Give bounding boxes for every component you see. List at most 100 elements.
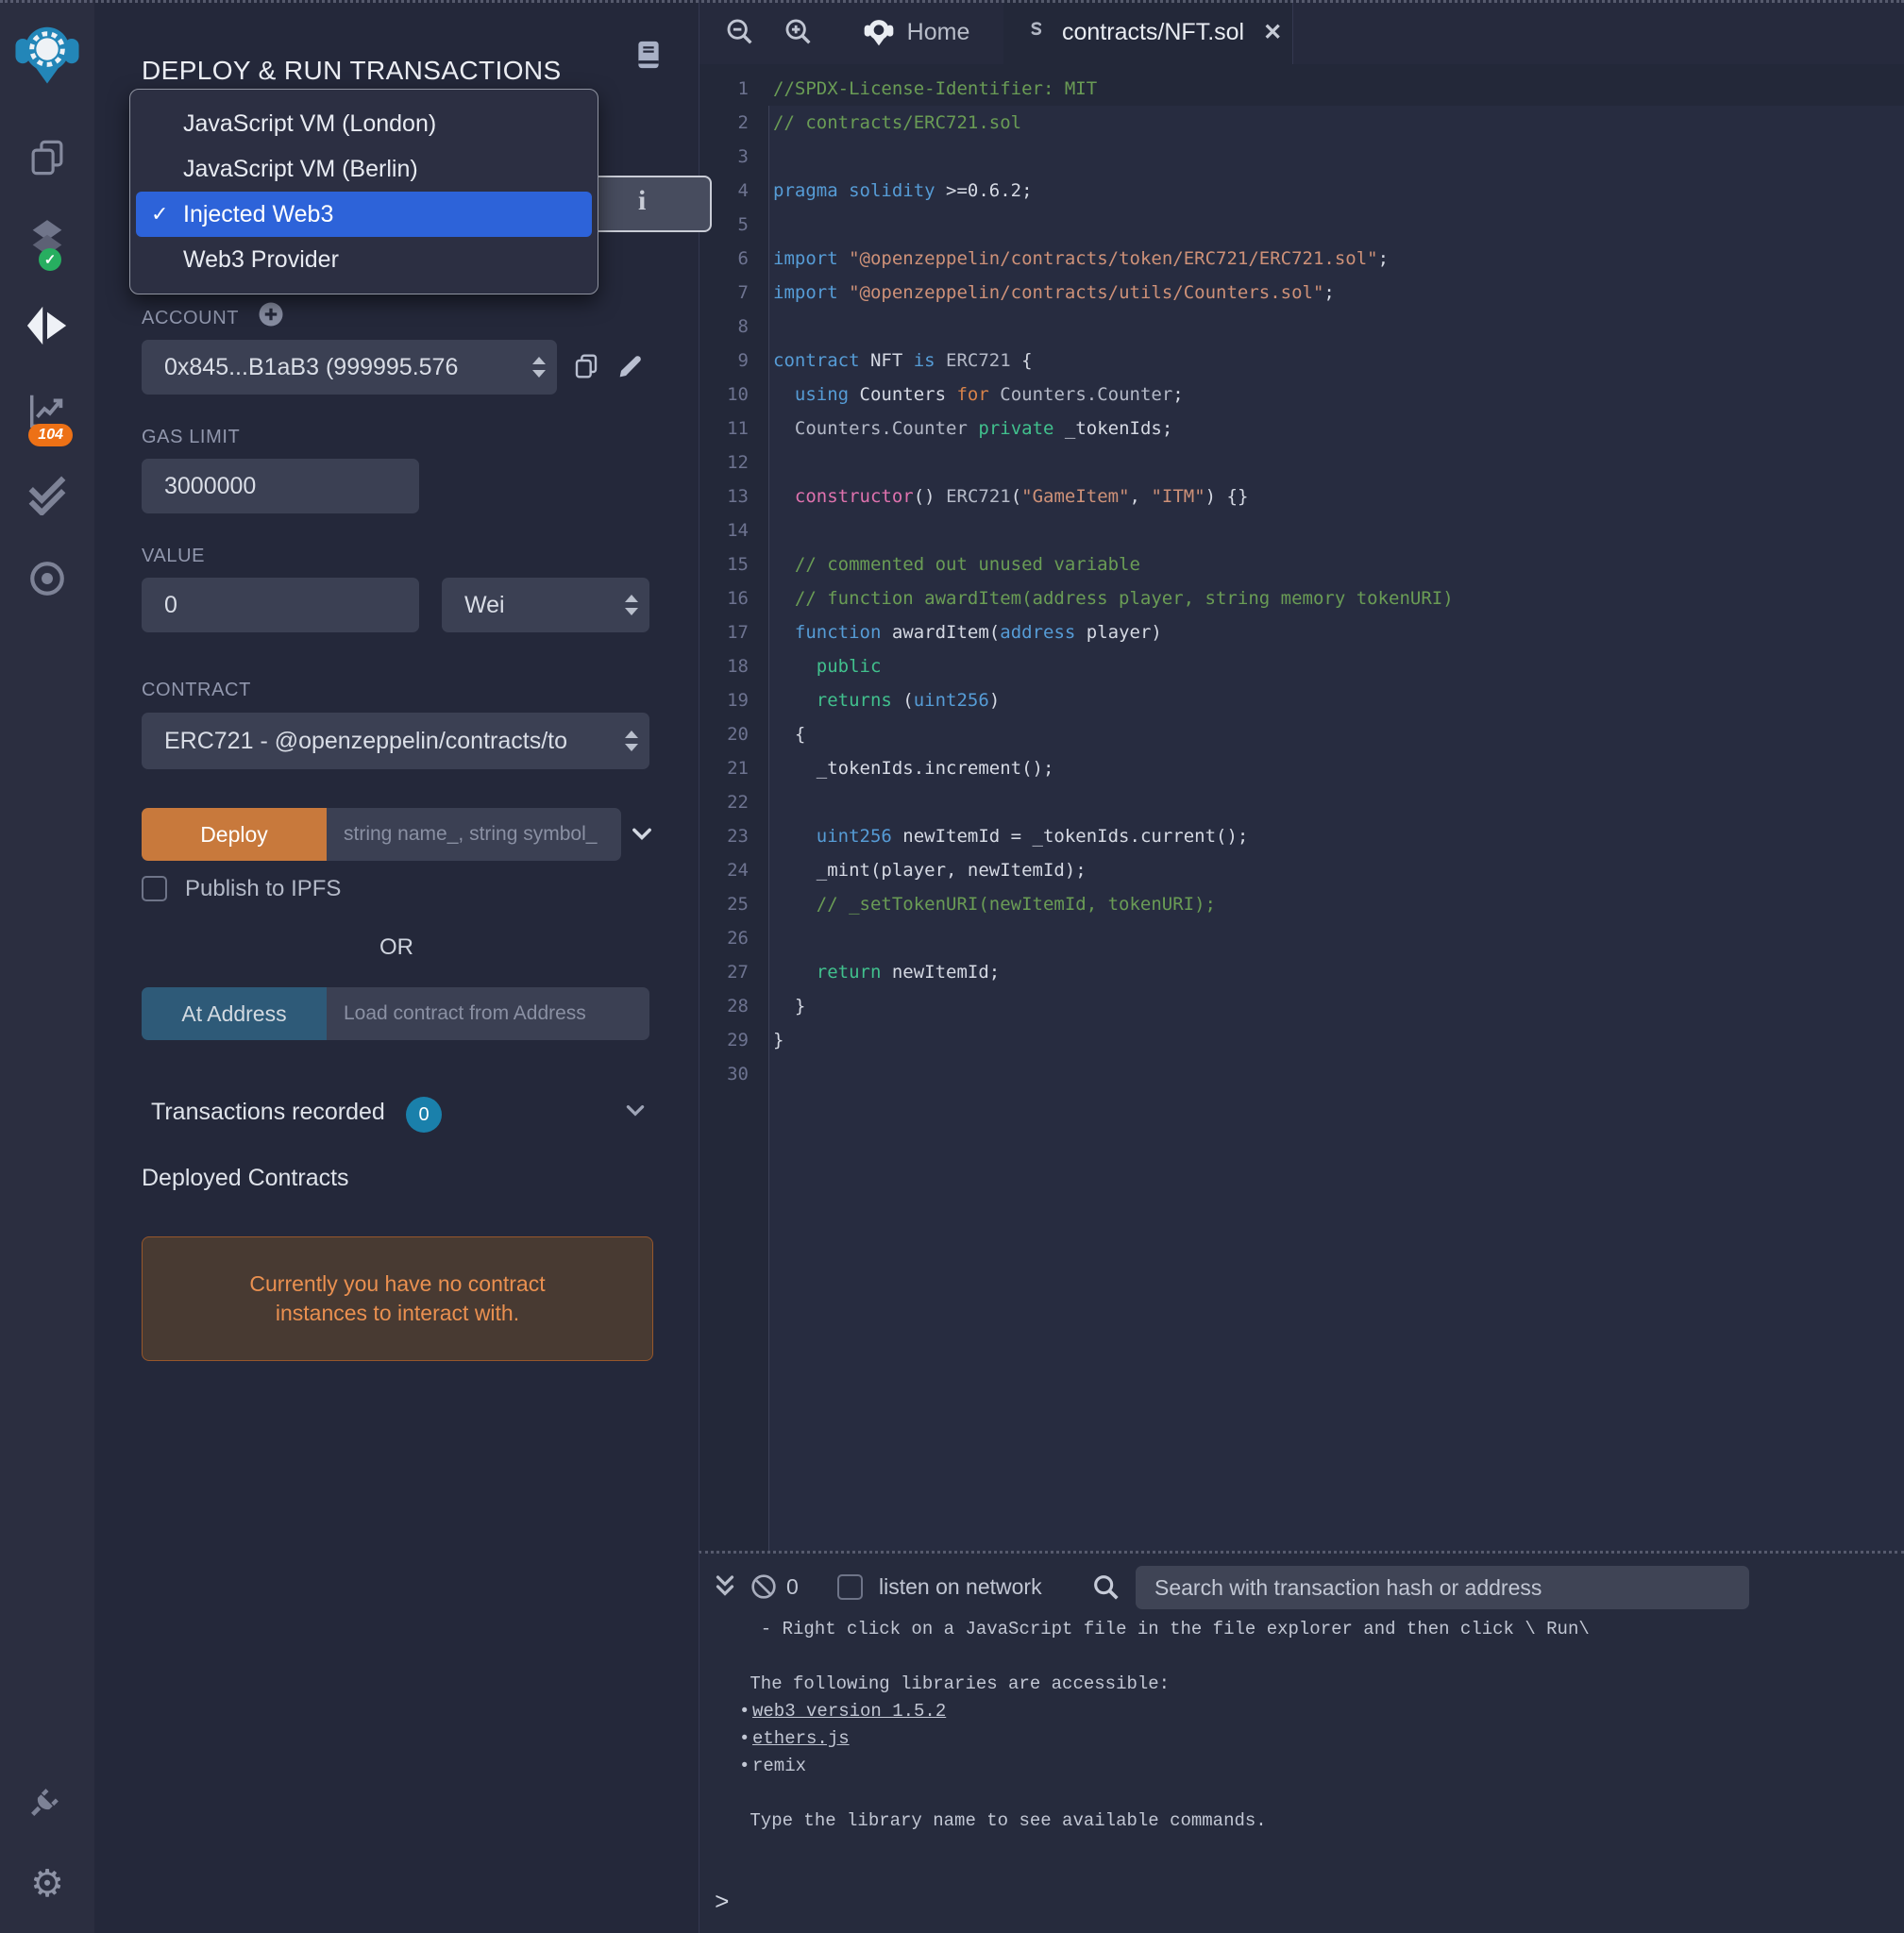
panel-title: DEPLOY & RUN TRANSACTIONS bbox=[142, 56, 562, 86]
code-editor: Home contracts/NFT.sol ✕ 1//SPDX-License… bbox=[699, 0, 1904, 1551]
pending-tx-count: 0 bbox=[786, 1574, 799, 1600]
line-number: 26 bbox=[699, 921, 749, 955]
plugin-manager-icon[interactable] bbox=[25, 1778, 69, 1826]
gas-limit-label: GAS LIMIT bbox=[142, 427, 240, 448]
library-link[interactable]: web3 version 1.5.2 bbox=[752, 1701, 946, 1722]
code-line: 3 bbox=[699, 140, 1904, 174]
environment-option[interactable]: Web3 Provider bbox=[136, 237, 592, 282]
code-area[interactable]: 1//SPDX-License-Identifier: MIT2// contr… bbox=[699, 64, 1904, 1551]
value-unit-select[interactable]: Wei bbox=[442, 578, 649, 632]
solidity-compiler-icon[interactable]: ✓ bbox=[25, 217, 69, 265]
line-number: 2 bbox=[699, 106, 749, 140]
code-line: 29} bbox=[699, 1023, 1904, 1057]
code-line: 24 _mint(player, newItemId); bbox=[699, 853, 1904, 887]
code-line: 4pragma solidity >=0.6.2; bbox=[699, 174, 1904, 208]
line-number: 29 bbox=[699, 1023, 749, 1057]
tab-nft-sol-label: contracts/NFT.sol bbox=[1062, 19, 1244, 46]
terminal-output: - Right click on a JavaScript file in th… bbox=[739, 1616, 1895, 1933]
zoom-in-icon[interactable] bbox=[783, 16, 815, 53]
constructor-args-input[interactable] bbox=[327, 808, 621, 861]
contract-value: ERC721 - @openzeppelin/contracts/to bbox=[164, 728, 567, 755]
environment-option[interactable]: JavaScript VM (London) bbox=[136, 101, 592, 146]
tab-nft-sol[interactable]: contracts/NFT.sol ✕ bbox=[1003, 0, 1292, 64]
line-number: 20 bbox=[699, 717, 749, 751]
unit-testing-icon[interactable] bbox=[25, 472, 69, 520]
clear-console-ban-icon[interactable] bbox=[749, 1572, 779, 1606]
contract-select[interactable]: ERC721 - @openzeppelin/contracts/to bbox=[142, 713, 649, 769]
account-select[interactable]: 0x845...B1aB3 (999995.576 bbox=[142, 340, 557, 395]
publish-ipfs-checkbox[interactable] bbox=[142, 876, 167, 901]
search-icon bbox=[1090, 1572, 1122, 1608]
value-unit-spinner[interactable] bbox=[625, 595, 638, 615]
bullet-icon: • bbox=[739, 1753, 752, 1780]
expand-args-chevron-icon[interactable] bbox=[629, 821, 655, 852]
copy-account-icon[interactable] bbox=[571, 351, 601, 386]
transactions-chevron-icon[interactable] bbox=[623, 1099, 648, 1128]
line-number: 28 bbox=[699, 989, 749, 1023]
code-line: 1//SPDX-License-Identifier: MIT bbox=[699, 72, 1904, 106]
code-line: 5 bbox=[699, 208, 1904, 242]
tab-home[interactable]: Home bbox=[830, 0, 1003, 64]
line-number: 30 bbox=[699, 1057, 749, 1091]
code-line: 26 bbox=[699, 921, 1904, 955]
environment-option[interactable]: ✓Injected Web3 bbox=[136, 192, 592, 237]
remix-logo-icon[interactable] bbox=[14, 21, 80, 92]
deploy-run-panel: DEPLOY & RUN TRANSACTIONS i JavaScript V… bbox=[94, 0, 699, 1933]
settings-gear-icon[interactable]: ⚙ bbox=[30, 1865, 64, 1903]
expand-terminal-chevrons-icon[interactable] bbox=[711, 1572, 739, 1605]
code-line: 16 // function awardItem(address player,… bbox=[699, 581, 1904, 615]
code-line: 30 bbox=[699, 1057, 1904, 1091]
terminal-line: Type the library name to see available c… bbox=[739, 1807, 1895, 1835]
code-line: 8 bbox=[699, 310, 1904, 344]
account-label: ACCOUNT bbox=[142, 308, 239, 329]
info-icon[interactable]: i bbox=[638, 185, 646, 217]
terminal-line bbox=[739, 1643, 1895, 1671]
code-line: 19 returns (uint256) bbox=[699, 683, 1904, 717]
terminal-search-input[interactable] bbox=[1136, 1566, 1749, 1609]
contract-label: CONTRACT bbox=[142, 680, 251, 701]
environment-option[interactable]: JavaScript VM (Berlin) bbox=[136, 146, 592, 192]
line-number: 1 bbox=[699, 72, 749, 106]
line-number: 12 bbox=[699, 445, 749, 479]
library-name: remix bbox=[752, 1756, 806, 1776]
code-line: 23 uint256 newItemId = _tokenIds.current… bbox=[699, 819, 1904, 853]
line-number: 7 bbox=[699, 276, 749, 310]
code-line: 17 function awardItem(address player) bbox=[699, 615, 1904, 649]
code-line: 18 public bbox=[699, 649, 1904, 683]
environment-dropdown: JavaScript VM (London)JavaScript VM (Ber… bbox=[129, 89, 598, 294]
deploy-button[interactable]: Deploy bbox=[142, 808, 327, 861]
edit-account-pencil-icon[interactable] bbox=[615, 351, 646, 386]
contract-spinner[interactable] bbox=[625, 731, 638, 751]
bullet-icon: • bbox=[739, 1725, 752, 1753]
analytics-count-badge: 104 bbox=[28, 424, 73, 446]
listen-network-label: listen on network bbox=[879, 1574, 1042, 1600]
line-number: 24 bbox=[699, 853, 749, 887]
bullet-icon: • bbox=[739, 1698, 752, 1725]
terminal-prompt[interactable]: > bbox=[715, 1889, 730, 1917]
terminal-line: •remix bbox=[739, 1753, 1895, 1780]
line-number: 27 bbox=[699, 955, 749, 989]
debugger-icon[interactable] bbox=[27, 559, 67, 603]
file-explorer-icon[interactable] bbox=[27, 138, 67, 182]
no-instances-message: Currently you have no contract instances… bbox=[204, 1269, 591, 1328]
documentation-book-icon[interactable] bbox=[632, 36, 665, 78]
line-number: 9 bbox=[699, 344, 749, 378]
library-link[interactable]: ethers.js bbox=[752, 1728, 850, 1749]
create-account-plus-icon[interactable] bbox=[257, 300, 285, 333]
line-number: 6 bbox=[699, 242, 749, 276]
deploy-run-icon[interactable] bbox=[25, 304, 69, 352]
listen-network-checkbox[interactable] bbox=[837, 1574, 863, 1600]
at-address-input[interactable] bbox=[327, 987, 649, 1040]
value-label: VALUE bbox=[142, 546, 205, 567]
account-spinner[interactable] bbox=[532, 357, 546, 378]
code-line: 25 // _setTokenURI(newItemId, tokenURI); bbox=[699, 887, 1904, 921]
close-tab-icon[interactable]: ✕ bbox=[1263, 19, 1282, 46]
value-input[interactable]: 0 bbox=[142, 578, 419, 632]
at-address-button[interactable]: At Address bbox=[142, 987, 327, 1040]
code-line: 21 _tokenIds.increment(); bbox=[699, 751, 1904, 785]
zoom-out-icon[interactable] bbox=[724, 16, 756, 53]
code-line: 12 bbox=[699, 445, 1904, 479]
gas-limit-input[interactable]: 3000000 bbox=[142, 459, 419, 513]
analytics-chart-icon[interactable]: 104 bbox=[25, 389, 69, 437]
code-line: 6import "@openzeppelin/contracts/token/E… bbox=[699, 242, 1904, 276]
